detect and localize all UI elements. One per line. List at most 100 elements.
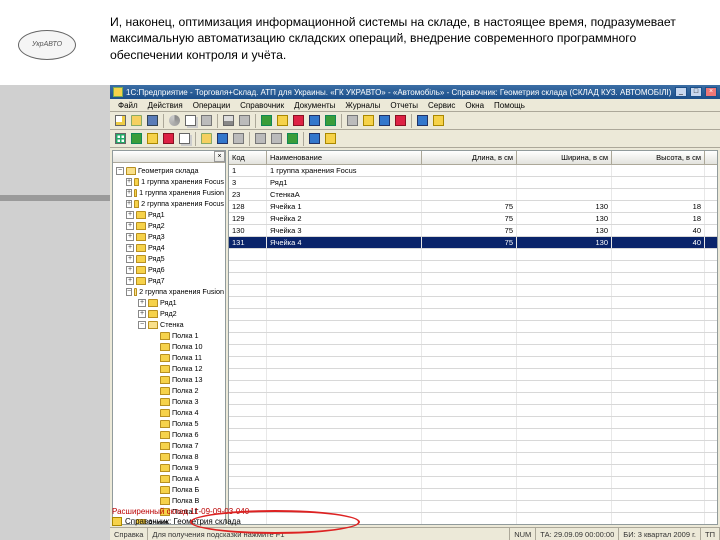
table-row-empty[interactable]	[229, 249, 717, 261]
tree-node[interactable]: +Ряд3	[114, 231, 224, 242]
action-icon[interactable]	[307, 113, 322, 128]
menu-item[interactable]: Файл	[113, 99, 143, 111]
help-icon[interactable]	[431, 113, 446, 128]
column-header[interactable]: Длина, в см	[422, 151, 517, 164]
tree-node[interactable]: Полка Б	[114, 484, 224, 495]
folder-icon[interactable]	[199, 131, 214, 146]
tree-node[interactable]: Полка 10	[114, 341, 224, 352]
action-icon[interactable]	[291, 113, 306, 128]
action-icon[interactable]	[259, 113, 274, 128]
table-row-empty[interactable]	[229, 321, 717, 333]
help2-icon[interactable]	[323, 131, 338, 146]
tree-node[interactable]: +Ряд5	[114, 253, 224, 264]
help-icon[interactable]	[415, 113, 430, 128]
tree-node[interactable]: +2 группа хранения Focus	[114, 198, 224, 209]
filter-icon[interactable]	[269, 131, 284, 146]
action-icon[interactable]	[275, 113, 290, 128]
table-row-empty[interactable]	[229, 441, 717, 453]
tree-node[interactable]: Полка 13	[114, 374, 224, 385]
column-header[interactable]: Высота, в см	[612, 151, 705, 164]
table-row-empty[interactable]	[229, 417, 717, 429]
tree-node[interactable]: Полка 9	[114, 462, 224, 473]
menu-item[interactable]: Помощь	[489, 99, 530, 111]
menu-item[interactable]: Действия	[143, 99, 188, 111]
menu-item[interactable]: Сервис	[423, 99, 460, 111]
menu-item[interactable]: Операции	[188, 99, 235, 111]
table-row-empty[interactable]	[229, 309, 717, 321]
delete-icon[interactable]	[161, 131, 176, 146]
tree-node[interactable]: Полка 4	[114, 407, 224, 418]
action-icon[interactable]	[361, 113, 376, 128]
table-row[interactable]: 11 группа хранения Focus	[229, 165, 717, 177]
table-row-empty[interactable]	[229, 405, 717, 417]
table-row[interactable]: 128Ячейка 17513018	[229, 201, 717, 213]
tree-node[interactable]: +Ряд2	[114, 308, 224, 319]
table-row-empty[interactable]	[229, 501, 717, 513]
tree-node[interactable]: Полка 6	[114, 429, 224, 440]
action-icon[interactable]	[393, 113, 408, 128]
cut-icon[interactable]	[167, 113, 182, 128]
tree-node[interactable]: Полка А	[114, 473, 224, 484]
open-icon[interactable]	[129, 113, 144, 128]
maximize-button[interactable]: □	[690, 87, 702, 97]
tree-node[interactable]: Полка 5	[114, 418, 224, 429]
table-row-empty[interactable]	[229, 489, 717, 501]
add-icon[interactable]	[129, 131, 144, 146]
find-icon[interactable]	[231, 131, 246, 146]
info-icon[interactable]	[307, 131, 322, 146]
tree-node[interactable]: +1 группа хранения Fusion	[114, 187, 224, 198]
paste-icon[interactable]	[199, 113, 214, 128]
tree-node[interactable]: +Ряд1	[114, 209, 224, 220]
table-row-empty[interactable]	[229, 513, 717, 524]
doc-tab-label[interactable]: Справочник: Геометрия склада	[125, 517, 241, 526]
table-row[interactable]: 129Ячейка 27513018	[229, 213, 717, 225]
tree-node[interactable]: −Стенка	[114, 319, 224, 330]
menu-item[interactable]: Журналы	[340, 99, 385, 111]
tree-icon[interactable]	[113, 131, 128, 146]
table-row-empty[interactable]	[229, 453, 717, 465]
tree-node[interactable]: +Ряд2	[114, 220, 224, 231]
table-row-empty[interactable]	[229, 429, 717, 441]
action-icon[interactable]	[377, 113, 392, 128]
action-icon[interactable]	[323, 113, 338, 128]
edit-icon[interactable]	[145, 131, 160, 146]
menu-item[interactable]: Отчеты	[385, 99, 423, 111]
sort-icon[interactable]	[253, 131, 268, 146]
close-button[interactable]: ×	[705, 87, 717, 97]
table-row[interactable]: 23СтенкаА	[229, 189, 717, 201]
tree-node[interactable]: Полка 12	[114, 363, 224, 374]
table-row-empty[interactable]	[229, 297, 717, 309]
minimize-button[interactable]: _	[675, 87, 687, 97]
table-row[interactable]: 131Ячейка 47513040	[229, 237, 717, 249]
table-row-empty[interactable]	[229, 285, 717, 297]
table-row-empty[interactable]	[229, 477, 717, 489]
table-row-empty[interactable]	[229, 465, 717, 477]
tree-node[interactable]: Полка 1	[114, 330, 224, 341]
tree-node[interactable]: −2 группа хранения Fusion	[114, 286, 224, 297]
tree-node[interactable]: Полка В	[114, 495, 224, 506]
table-row-empty[interactable]	[229, 393, 717, 405]
menu-item[interactable]: Документы	[289, 99, 340, 111]
column-header[interactable]: Ширина, в см	[517, 151, 612, 164]
action-icon[interactable]	[345, 113, 360, 128]
table-row-empty[interactable]	[229, 345, 717, 357]
tree-view[interactable]: −Геометрия склада+1 группа хранения Focu…	[113, 163, 225, 524]
table-row[interactable]: 3Ряд1	[229, 177, 717, 189]
tree-node[interactable]: Полка 3	[114, 396, 224, 407]
tree-node[interactable]: +Ряд1	[114, 297, 224, 308]
tree-close-icon[interactable]: ×	[214, 151, 225, 162]
tree-node[interactable]: −Геометрия склада	[114, 165, 224, 176]
tree-node[interactable]: Полка 8	[114, 451, 224, 462]
menu-item[interactable]: Окна	[460, 99, 489, 111]
table-row-empty[interactable]	[229, 273, 717, 285]
grid-body[interactable]: 11 группа хранения Focus3Ряд123СтенкаА12…	[229, 165, 717, 524]
column-header[interactable]: Наименование	[267, 151, 422, 164]
copy-icon[interactable]	[183, 113, 198, 128]
tree-node[interactable]: +Ряд7	[114, 275, 224, 286]
table-row-empty[interactable]	[229, 357, 717, 369]
column-header[interactable]: Код	[229, 151, 267, 164]
copy-row-icon[interactable]	[177, 131, 192, 146]
table-row[interactable]: 130Ячейка 37513040	[229, 225, 717, 237]
table-row-empty[interactable]	[229, 381, 717, 393]
tree-node[interactable]: Полка 7	[114, 440, 224, 451]
